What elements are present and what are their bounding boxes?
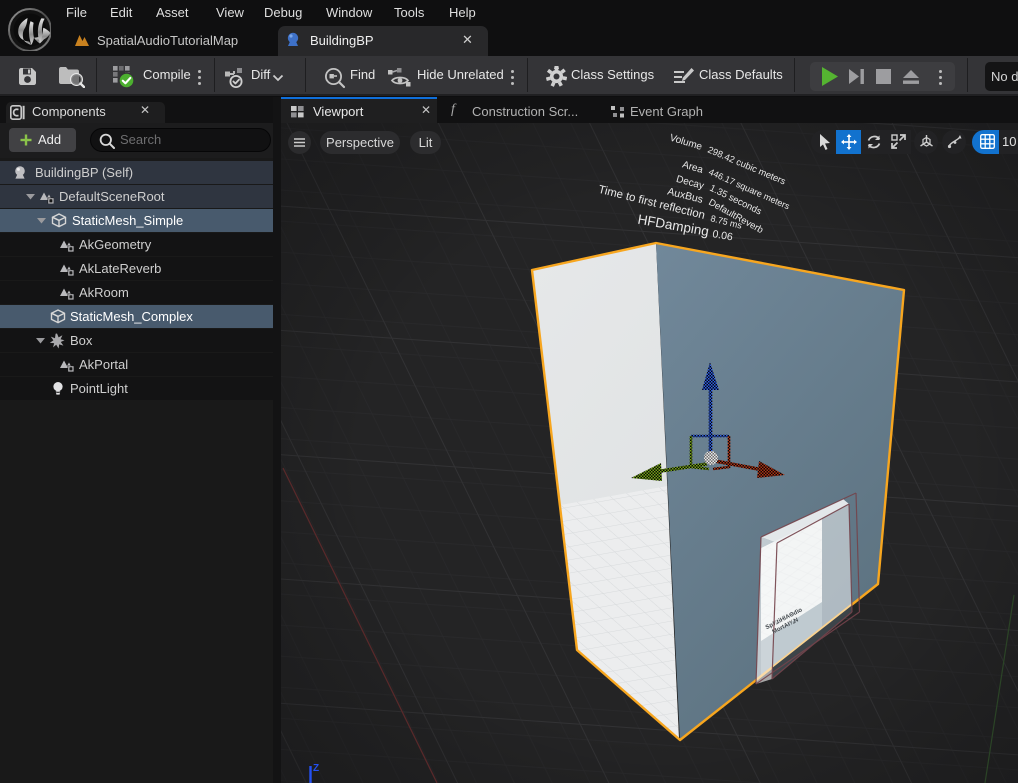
svg-text:Z: Z [313, 763, 319, 774]
